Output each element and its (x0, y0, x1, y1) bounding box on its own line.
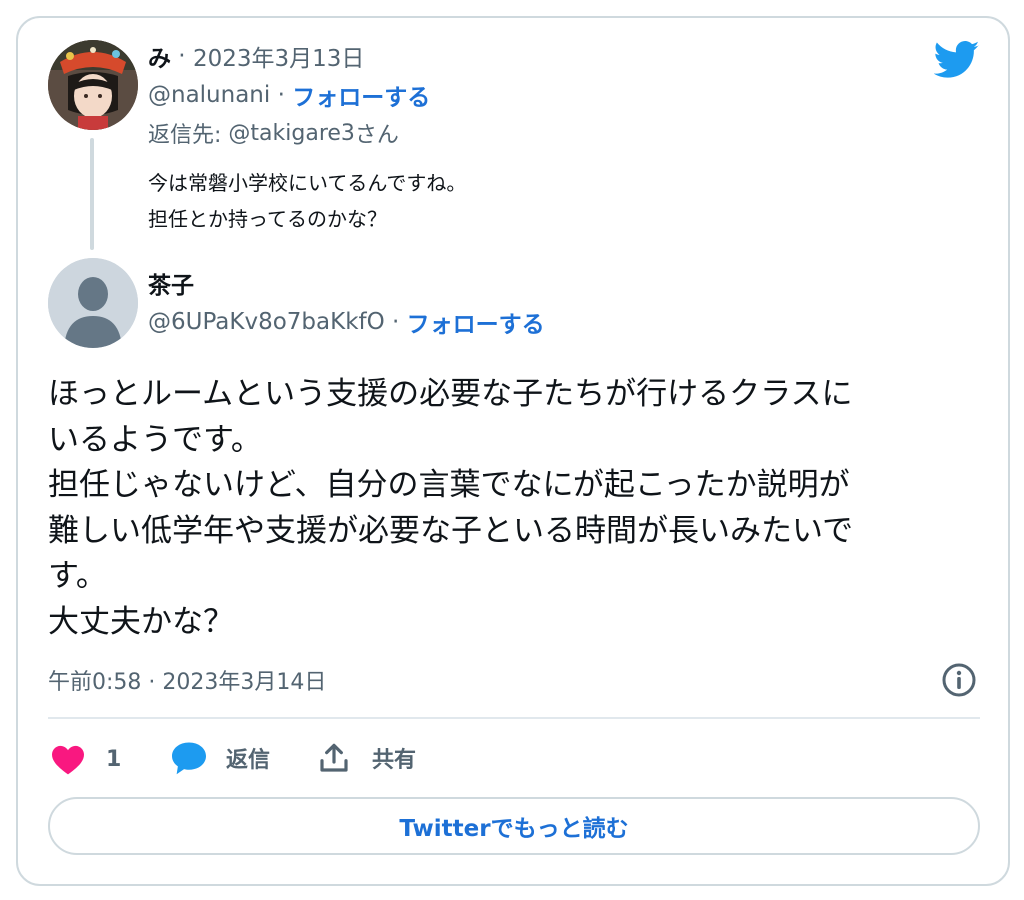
avatar-photo-image (48, 40, 138, 130)
twitter-bird-icon[interactable] (933, 40, 980, 80)
tweet-text-line: す。 (48, 558, 107, 594)
main-author-handle[interactable]: @6UPaKv8o7baKkfO (148, 309, 385, 335)
replying-to-prefix: 返信先: (148, 123, 229, 148)
reply-author-name[interactable]: み (148, 39, 171, 73)
thread-connector-line (90, 138, 94, 250)
like-action[interactable]: 1 (50, 741, 121, 777)
reply-action[interactable]: 返信 (170, 739, 270, 777)
main-handle-separator: · (384, 309, 407, 335)
reply-text-line: 今は常磐小学校にいてるんですね。 (148, 171, 467, 195)
share-action[interactable]: 共有 (318, 739, 416, 777)
info-icon[interactable] (941, 662, 977, 698)
tweet-text-line: 難しい低学年や支援が必要な子といる時間が長いみたいで (48, 512, 854, 549)
share-label: 共有 (372, 748, 417, 773)
tweet-text-line: 大丈夫かな？ (48, 603, 234, 640)
reply-tweet-text: 今は常磐小学校にいてるんですね。 担任とか持ってるのかな？ (148, 165, 466, 237)
reply-date-separator: · (171, 43, 193, 69)
reply-tweet-header: み · 2023年3月13日 (148, 39, 364, 73)
reply-handle-row: @nalunani · フォローする (148, 78, 430, 112)
avatar-reply-author[interactable] (48, 40, 138, 130)
divider (48, 717, 980, 719)
heart-icon (52, 745, 84, 775)
tweet-text-line: ほっとルームという支援の必要な子たちが行けるクラスに (48, 376, 853, 412)
replying-to-suffix: さん (354, 123, 399, 148)
reply-label: 返信 (226, 748, 271, 773)
replying-to-line: 返信先: @takigare3 さん (148, 118, 399, 149)
main-tweet-text: ほっとルームという支援の必要な子たちが行けるクラスに いるようです。 担任じゃな… (48, 372, 988, 645)
reply-author-handle[interactable]: @nalunani (148, 82, 270, 108)
main-author-name[interactable]: 茶子 (148, 268, 194, 299)
reply-handle-separator: · (270, 82, 293, 108)
reply-text-line: 担任とか持ってるのかな？ (148, 207, 387, 231)
follow-button-main-author[interactable]: フォローする (407, 305, 545, 339)
follow-button-reply-author[interactable]: フォローする (292, 78, 430, 112)
tweet-text-line: 担任じゃないけど、自分の言葉でなにが起こったか説明が (48, 467, 850, 503)
tweet-timestamp[interactable]: 午前0:58 · 2023年3月14日 (48, 665, 326, 695)
reply-tweet-date[interactable]: 2023年3月13日 (193, 39, 364, 73)
avatar-main-author-default[interactable] (48, 258, 138, 348)
tweet-text-line: いるようです。 (48, 421, 262, 458)
replying-to-handle[interactable]: @takigare3 (228, 121, 355, 146)
default-profile-icon (48, 258, 138, 348)
read-more-on-twitter-button[interactable]: Twitterでもっと読む (48, 797, 980, 855)
share-upload-icon (320, 743, 348, 772)
speech-bubble-icon (172, 742, 206, 775)
like-count: 1 (106, 746, 122, 772)
main-handle-row: @6UPaKv8o7baKkfO · フォローする (148, 305, 545, 339)
